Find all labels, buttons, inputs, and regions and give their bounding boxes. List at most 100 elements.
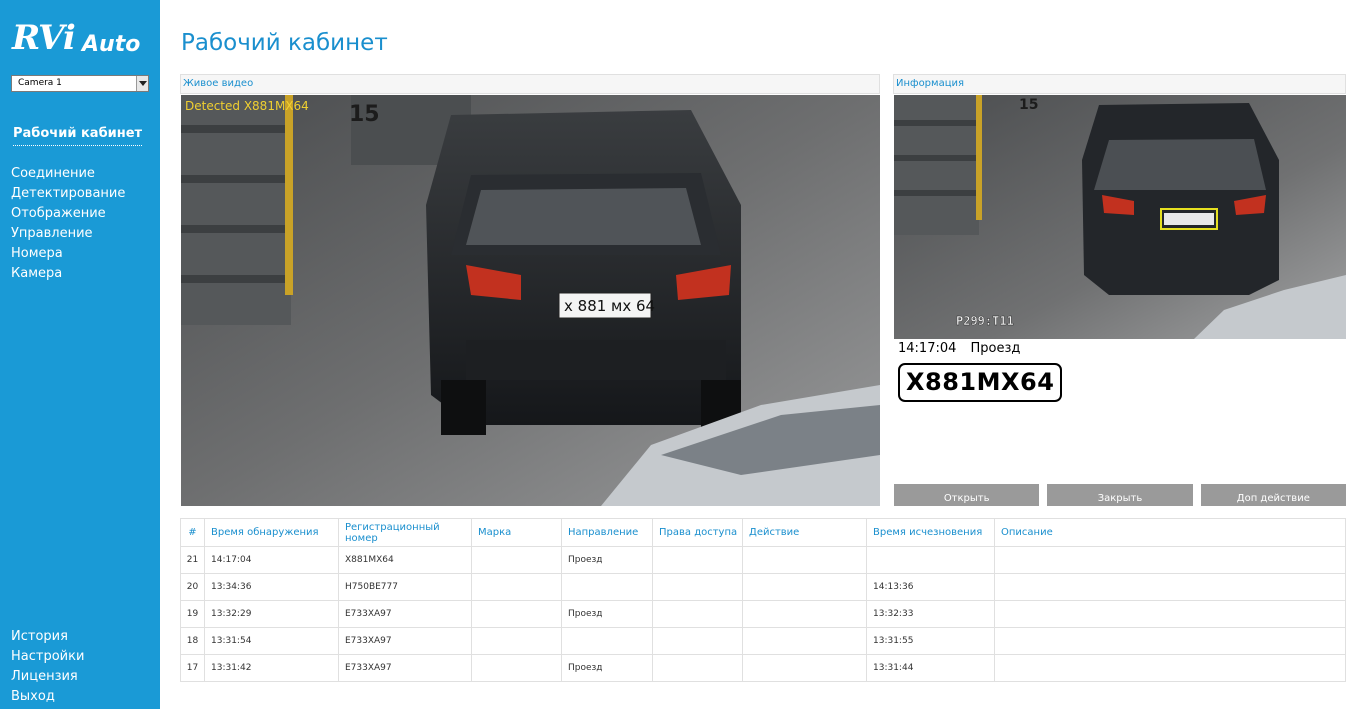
cell-access	[652, 600, 743, 628]
table-row[interactable]: 17 13:31:42 E733XA97 Проезд 13:31:44	[180, 654, 1346, 682]
events-table: # Время обнаружения Регистрационный номе…	[180, 518, 1346, 682]
cell-plate: E733XA97	[338, 627, 472, 655]
cell-description	[994, 546, 1346, 574]
cell-action	[742, 654, 867, 682]
detected-plate-label: Detected X881MX64	[185, 99, 309, 113]
cell-brand	[471, 654, 562, 682]
cell-access	[652, 627, 743, 655]
cell-direction	[561, 573, 653, 601]
live-video-frame: 15 x 881 мх 64	[181, 95, 880, 506]
cell-disappear-time: 13:32:33	[866, 600, 995, 628]
cell-number: 19	[180, 600, 205, 628]
page-title: Рабочий кабинет	[181, 30, 388, 56]
camera-select[interactable]: Camera 1	[11, 75, 149, 92]
cell-number: 20	[180, 573, 205, 601]
info-direction: Проезд	[970, 341, 1021, 356]
nav-item-numbers[interactable]: Номера	[11, 244, 125, 264]
cell-brand	[471, 627, 562, 655]
nav-item-display[interactable]: Отображение	[11, 204, 125, 224]
live-plate-text: x 881 мх 64	[564, 297, 655, 315]
open-button[interactable]: Открыть	[894, 484, 1040, 506]
col-action[interactable]: Действие	[742, 518, 867, 547]
cell-description	[994, 600, 1346, 628]
cell-access	[652, 573, 743, 601]
table-row[interactable]: 20 13:34:36 H750BE777 14:13:36	[180, 573, 1346, 601]
cell-plate: H750BE777	[338, 573, 472, 601]
action-buttons: Открыть Закрыть Доп действие	[894, 484, 1346, 506]
cell-detect-time: 13:31:54	[204, 627, 339, 655]
cell-disappear-time: 13:31:55	[866, 627, 995, 655]
col-access[interactable]: Права доступа	[652, 518, 743, 547]
col-direction[interactable]: Направление	[561, 518, 653, 547]
cell-direction	[561, 627, 653, 655]
cell-brand	[471, 600, 562, 628]
logo-auto-text: Auto	[82, 32, 141, 57]
info-time: 14:17:04	[898, 341, 957, 356]
nav-item-license[interactable]: Лицензия	[11, 667, 84, 687]
rvi-auto-logo: RVi Auto	[12, 20, 148, 60]
nav-item-settings[interactable]: Настройки	[11, 647, 84, 667]
live-video-feed: 15 x 881 мх 64 Detected X881MX64	[181, 95, 880, 506]
cell-plate: X881MX64	[338, 546, 472, 574]
events-table-wrap: # Время обнаружения Регистрационный номе…	[180, 518, 1346, 682]
table-header-row: # Время обнаружения Регистрационный номе…	[180, 518, 1346, 547]
cell-access	[652, 654, 743, 682]
col-brand[interactable]: Марка	[471, 518, 562, 547]
cell-detect-time: 13:34:36	[204, 573, 339, 601]
cell-plate: E733XA97	[338, 600, 472, 628]
cell-disappear-time: 13:31:44	[866, 654, 995, 682]
cell-number: 18	[180, 627, 205, 655]
cell-action	[742, 627, 867, 655]
cell-brand	[471, 573, 562, 601]
cell-detect-time: 13:32:29	[204, 600, 339, 628]
cell-number: 17	[180, 654, 205, 682]
info-overlay-code: P299:T11	[956, 314, 1014, 328]
nav-item-connection[interactable]: Соединение	[11, 164, 125, 184]
cell-description	[994, 654, 1346, 682]
extra-action-button[interactable]: Доп действие	[1200, 484, 1346, 506]
logo-rv-text: RVi	[12, 18, 76, 58]
sidebar: RVi Auto Camera 1 Рабочий кабинет Соедин…	[0, 0, 160, 709]
nav-item-detection[interactable]: Детектирование	[11, 184, 125, 204]
cell-disappear-time	[866, 546, 995, 574]
col-disappear-time[interactable]: Время исчезновения	[866, 518, 995, 547]
nav-item-camera[interactable]: Камера	[11, 264, 125, 284]
wall-number: 15	[349, 102, 380, 127]
table-row[interactable]: 19 13:32:29 E733XA97 Проезд 13:32:33	[180, 600, 1346, 628]
info-wall-number: 15	[1019, 97, 1038, 113]
cell-plate: E733XA97	[338, 654, 472, 682]
table-row[interactable]: 21 14:17:04 X881MX64 Проезд	[180, 546, 1346, 574]
cell-number: 21	[180, 546, 205, 574]
cell-direction: Проезд	[561, 654, 653, 682]
col-number[interactable]: #	[180, 518, 205, 547]
info-snapshot: 15 P299:T11	[894, 95, 1346, 339]
info-header: Информация	[893, 74, 1346, 94]
cell-action	[742, 546, 867, 574]
cell-detect-time: 13:31:42	[204, 654, 339, 682]
nav-item-logout[interactable]: Выход	[11, 687, 84, 707]
chevron-down-icon[interactable]	[136, 76, 148, 91]
camera-select-value: Camera 1	[18, 78, 62, 88]
cell-direction: Проезд	[561, 600, 653, 628]
close-button[interactable]: Закрыть	[1047, 484, 1193, 506]
cell-description	[994, 627, 1346, 655]
col-description[interactable]: Описание	[994, 518, 1346, 547]
cell-brand	[471, 546, 562, 574]
nav-main: Соединение Детектирование Отображение Уп…	[11, 164, 125, 284]
table-row[interactable]: 18 13:31:54 E733XA97 13:31:55	[180, 627, 1346, 655]
col-plate[interactable]: Регистрационный номер	[338, 518, 472, 547]
cell-detect-time: 14:17:04	[204, 546, 339, 574]
cell-access	[652, 546, 743, 574]
nav-bottom: История Настройки Лицензия Выход	[11, 627, 84, 707]
nav-item-history[interactable]: История	[11, 627, 84, 647]
info-status: 14:17:04 Проезд	[898, 341, 1030, 356]
col-detect-time[interactable]: Время обнаружения	[204, 518, 339, 547]
cell-action	[742, 573, 867, 601]
nav-item-workspace[interactable]: Рабочий кабинет	[13, 126, 143, 146]
cell-disappear-time: 14:13:36	[866, 573, 995, 601]
info-snapshot-frame: 15 P299:T11	[894, 95, 1346, 339]
nav-item-control[interactable]: Управление	[11, 224, 125, 244]
live-video-header: Живое видео	[180, 74, 880, 94]
cell-action	[742, 600, 867, 628]
recognized-plate: X881MX64	[898, 363, 1063, 402]
